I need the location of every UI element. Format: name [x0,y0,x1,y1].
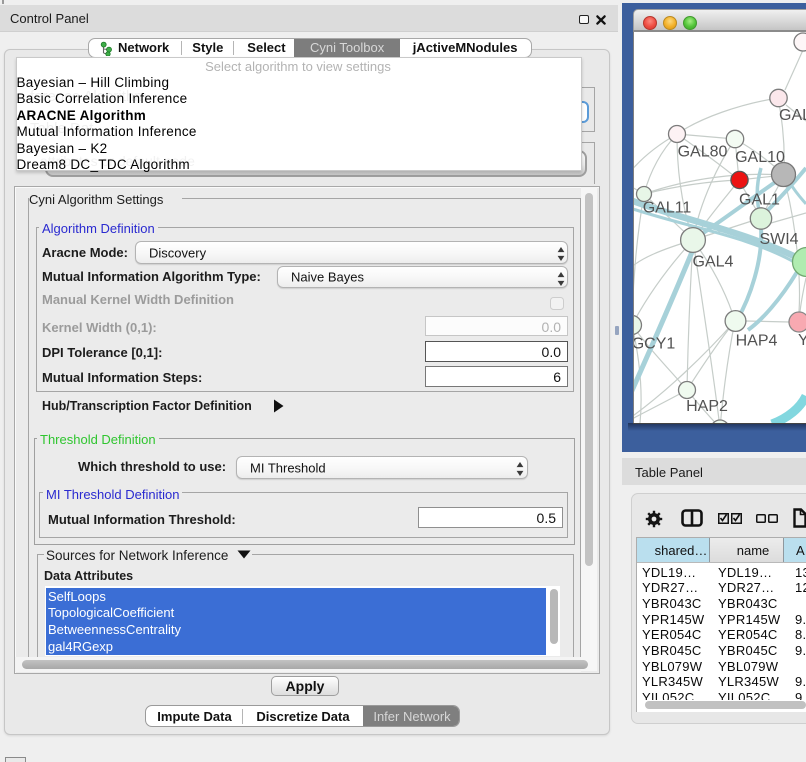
svg-text:GAL4: GAL4 [693,254,734,271]
svg-text:GAL80: GAL80 [678,144,728,161]
svg-text:GAL7: GAL7 [779,107,806,124]
svg-text:GAL11: GAL11 [643,200,692,217]
svg-text:GCY1: GCY1 [633,336,675,353]
svg-text:HAP2: HAP2 [686,398,728,415]
svg-text:SWI4: SWI4 [759,231,798,248]
svg-text:HAP4: HAP4 [736,333,778,350]
svg-text:Y: Y [798,332,806,349]
svg-text:GAL10: GAL10 [735,149,785,166]
svg-text:GAL1: GAL1 [739,192,780,209]
